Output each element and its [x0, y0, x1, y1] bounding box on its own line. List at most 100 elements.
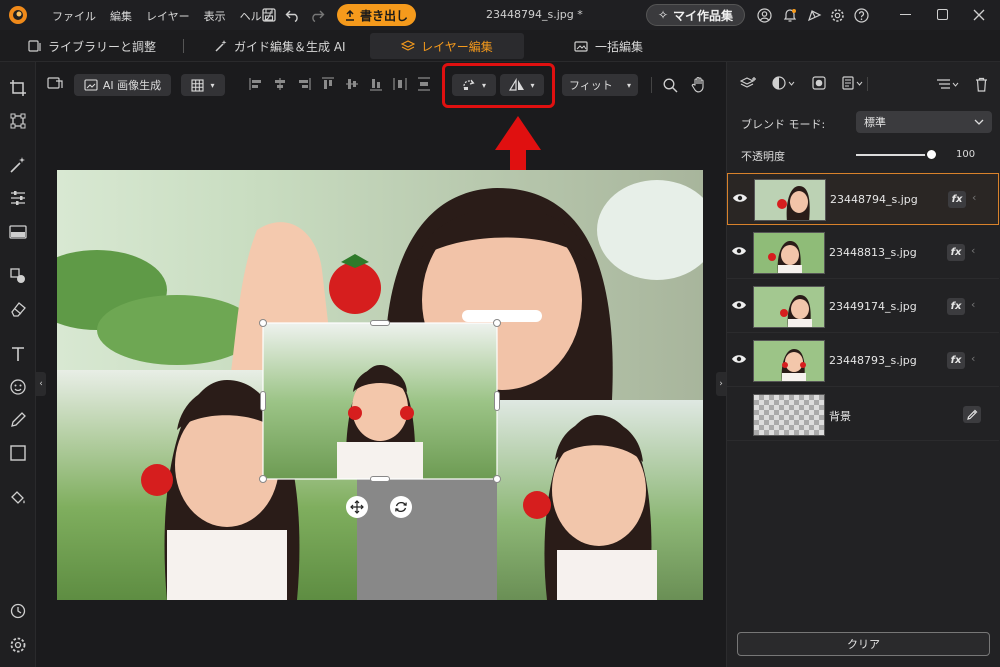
sticker-tool-icon[interactable]: [6, 375, 30, 399]
rotate-handle-icon[interactable]: [390, 496, 412, 518]
zoom-search-icon[interactable]: [660, 75, 680, 95]
tab-layer-edit[interactable]: レイヤー編集: [370, 33, 524, 59]
menu-file[interactable]: ファイル: [52, 8, 96, 24]
layer-thumbnail: [754, 179, 826, 221]
distribute-vertical-icon[interactable]: [416, 76, 432, 92]
shape-tool-icon[interactable]: [6, 441, 30, 465]
gradient-tool-icon[interactable]: [6, 220, 30, 244]
preferences-gear-icon[interactable]: [6, 633, 30, 657]
chevron-left-icon[interactable]: ‹: [971, 298, 975, 311]
photo-canvas[interactable]: [57, 170, 703, 600]
align-top-icon[interactable]: [320, 76, 336, 92]
transform-tool-icon[interactable]: [6, 109, 30, 133]
align-bottom-icon[interactable]: [368, 76, 384, 92]
share-icon[interactable]: [806, 7, 822, 23]
adjustment-layer-icon[interactable]: [771, 75, 797, 91]
sparkle-icon: ✧: [657, 8, 669, 22]
minimize-icon[interactable]: [900, 14, 911, 15]
blend-mode-select[interactable]: 標準: [856, 111, 992, 133]
brush-pen-icon[interactable]: [6, 408, 30, 432]
my-works-button[interactable]: ✧ マイ作品集: [646, 4, 745, 26]
layer-effects-button[interactable]: fx: [947, 244, 965, 261]
eraser-icon[interactable]: [6, 297, 30, 321]
eyedropper-icon[interactable]: [963, 406, 981, 423]
history-icon[interactable]: [6, 599, 30, 623]
account-icon[interactable]: [756, 7, 772, 23]
visibility-eye-icon[interactable]: [731, 299, 747, 313]
ai-image-generate-button[interactable]: AI 画像生成: [74, 74, 171, 96]
canvas-fit-icon[interactable]: [46, 74, 64, 92]
export-button[interactable]: 書き出し: [337, 4, 416, 26]
resize-handle-bottom-right[interactable]: [493, 475, 501, 483]
grid-dropdown[interactable]: ▾: [181, 74, 225, 96]
chevron-left-icon[interactable]: ‹: [971, 352, 975, 365]
redo-icon[interactable]: [309, 7, 325, 23]
resize-handle-left[interactable]: [260, 391, 266, 411]
hand-pan-icon[interactable]: [689, 74, 709, 94]
text-tool-icon[interactable]: [6, 342, 30, 366]
align-middle-vertical-icon[interactable]: [344, 76, 360, 92]
layer-row[interactable]: 23448793_s.jpg fx ‹: [727, 335, 999, 387]
opacity-slider-track[interactable]: [856, 154, 931, 156]
align-tool-group: [248, 76, 432, 92]
tab-library-label: ライブラリーと調整: [48, 39, 157, 54]
resize-handle-bottom-left[interactable]: [259, 475, 267, 483]
notification-bell-icon[interactable]: [782, 7, 798, 23]
menu-edit[interactable]: 編集: [110, 8, 132, 24]
clone-stamp-icon[interactable]: [6, 264, 30, 288]
resize-handle-right[interactable]: [494, 391, 500, 411]
background-layer-row[interactable]: 背景: [727, 389, 999, 441]
adjust-sliders-icon[interactable]: [6, 186, 30, 210]
layer-row[interactable]: 23449174_s.jpg fx ‹: [727, 281, 999, 333]
chevron-left-icon[interactable]: ‹: [972, 191, 976, 204]
settings-gear-icon[interactable]: [829, 7, 845, 23]
save-icon[interactable]: [261, 7, 277, 23]
add-layer-icon[interactable]: [739, 75, 757, 91]
transparent-thumbnail: [753, 394, 825, 436]
tab-batch-edit-label: 一括編集: [595, 39, 644, 54]
resize-handle-top-right[interactable]: [493, 319, 501, 327]
resize-handle-top-left[interactable]: [259, 319, 267, 327]
delete-layer-trash-icon[interactable]: [973, 75, 989, 93]
layer-effects-button[interactable]: fx: [947, 298, 965, 315]
collapse-right-panel-icon[interactable]: ›: [716, 372, 726, 396]
visibility-eye-icon[interactable]: [731, 245, 747, 259]
collapse-left-panel-icon[interactable]: ‹: [36, 372, 46, 396]
close-icon[interactable]: [971, 7, 987, 23]
zoom-fit-dropdown[interactable]: フィット ▾: [562, 74, 638, 96]
align-right-icon[interactable]: [296, 76, 312, 92]
menu-layer[interactable]: レイヤー: [146, 8, 190, 24]
tab-batch-edit[interactable]: 一括編集: [560, 33, 657, 59]
distribute-horizontal-icon[interactable]: [392, 76, 408, 92]
layer-effects-button[interactable]: fx: [947, 352, 965, 369]
help-icon[interactable]: [853, 7, 869, 23]
grid-icon: [191, 78, 205, 92]
visibility-eye-icon[interactable]: [731, 353, 747, 367]
panel-menu-icon[interactable]: [935, 76, 961, 92]
layer-properties-icon[interactable]: [841, 75, 865, 91]
opacity-slider-thumb[interactable]: [925, 148, 938, 161]
resize-handle-bottom[interactable]: [370, 476, 390, 482]
clear-button[interactable]: クリア: [737, 632, 990, 656]
layer-row[interactable]: 23448813_s.jpg fx ‹: [727, 227, 999, 279]
align-left-icon[interactable]: [248, 76, 264, 92]
undo-icon[interactable]: [285, 7, 301, 23]
resize-handle-top[interactable]: [370, 320, 390, 326]
align-center-horizontal-icon[interactable]: [272, 76, 288, 92]
chevron-left-icon[interactable]: ‹: [971, 244, 975, 257]
layer-effects-button[interactable]: fx: [948, 191, 966, 208]
mask-icon[interactable]: [811, 75, 827, 91]
tab-library-adjust[interactable]: ライブラリーと調整: [14, 33, 170, 59]
tab-guided-edit-ai[interactable]: ガイド編集＆生成 AI: [200, 33, 360, 59]
maximize-icon[interactable]: [937, 9, 948, 20]
panel-divider: [867, 77, 868, 91]
fill-bucket-icon[interactable]: [6, 486, 30, 510]
title-bar: ファイル 編集 レイヤー 表示 ヘルプ 書き出し 23448794_s.jpg …: [0, 0, 1000, 30]
visibility-eye-icon[interactable]: [732, 192, 748, 206]
my-works-label: マイ作品集: [673, 8, 734, 23]
move-handle-icon[interactable]: [346, 496, 368, 518]
crop-tool-icon[interactable]: [6, 76, 30, 100]
layer-row[interactable]: 23448794_s.jpg fx ‹: [727, 173, 999, 225]
magic-tool-icon[interactable]: [6, 153, 30, 177]
menu-view[interactable]: 表示: [204, 8, 226, 24]
